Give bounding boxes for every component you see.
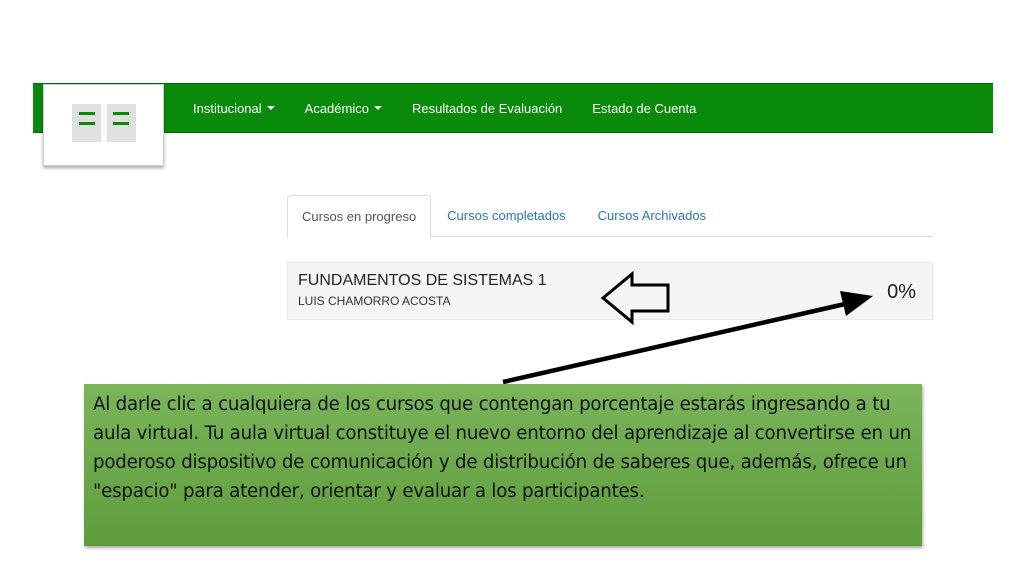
tab-cursos-archivados[interactable]: Cursos Archivados: [582, 195, 722, 237]
nav-resultados-evaluacion[interactable]: Resultados de Evaluación: [412, 101, 562, 116]
tab-cursos-en-progreso[interactable]: Cursos en progreso: [287, 195, 432, 238]
logo[interactable]: [43, 84, 164, 166]
nav-institucional[interactable]: Institucional: [193, 101, 275, 116]
nav-academico[interactable]: Académico: [305, 101, 382, 116]
institution-logo-icon: [72, 104, 136, 142]
nav-label: Resultados de Evaluación: [411, 100, 563, 116]
main-nav: Institucional Académico Resultados de Ev…: [193, 83, 726, 133]
course-list-item[interactable]: FUNDAMENTOS DE SISTEMAS 1 LUIS CHAMORRO …: [287, 262, 933, 320]
nav-label: Académico: [304, 100, 369, 116]
caret-down-icon: [373, 106, 382, 110]
course-teacher: LUIS CHAMORRO ACOSTA: [298, 294, 451, 308]
nav-label: Institucional: [193, 100, 262, 116]
course-tabs: Cursos en progreso Cursos completados Cu…: [287, 195, 933, 238]
caret-down-icon: [266, 106, 275, 110]
page: Institucional Académico Resultados de Ev…: [0, 0, 1024, 576]
course-title: FUNDAMENTOS DE SISTEMAS 1: [298, 272, 547, 289]
course-progress: 0%: [887, 281, 916, 303]
nav-estado-cuenta[interactable]: Estado de Cuenta: [592, 101, 696, 116]
nav-label: Estado de Cuenta: [592, 100, 697, 116]
instruction-callout: Al darle clic a cualquiera de los cursos…: [84, 384, 922, 546]
tab-cursos-completados[interactable]: Cursos completados: [431, 195, 582, 237]
